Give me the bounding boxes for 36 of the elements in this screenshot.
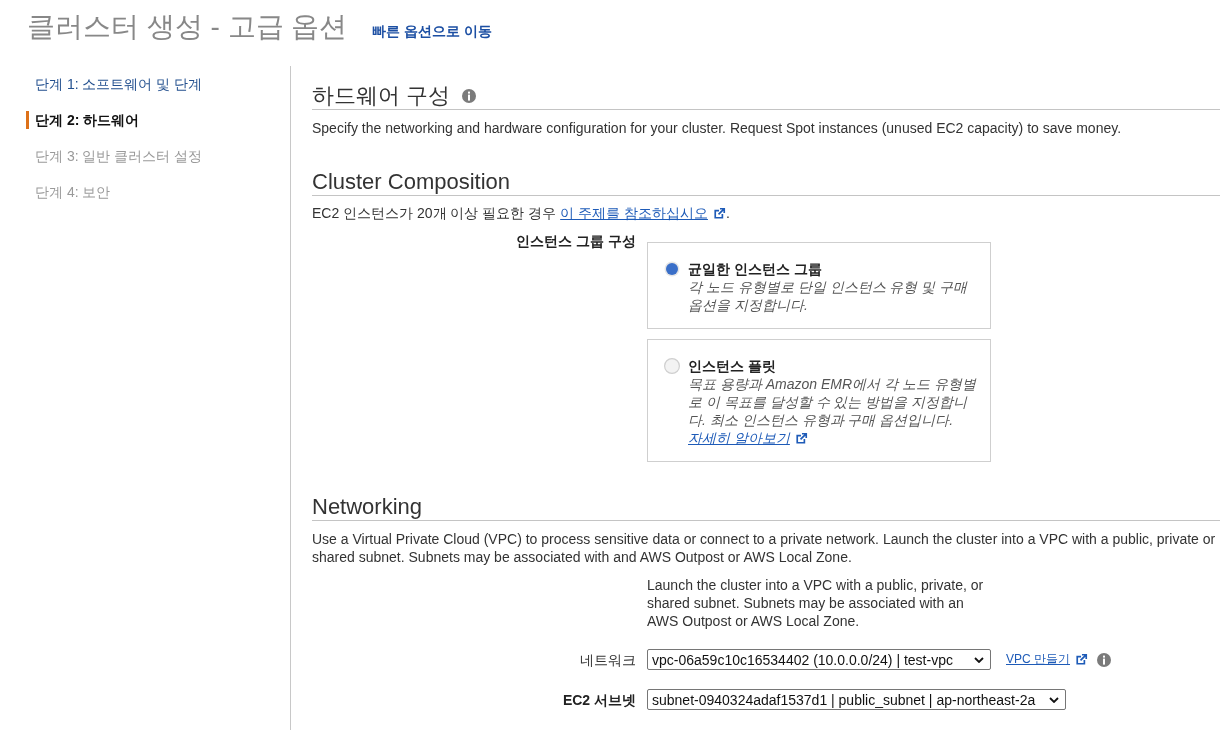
caret-icon bbox=[974, 656, 984, 663]
select-field[interactable]: vpc-06a59c10c16534402 (10.0.0.0/24) | test-vpc bbox=[647, 649, 991, 670]
option-title: 균일한 인스턴스 그룹 bbox=[688, 260, 823, 278]
help-text: Launch the cluster into a VPC with a public, private, or shared subnet. Subnets may be associated with an AWS Outpost or AWS Local Zone. bbox=[647, 576, 985, 630]
caret-icon bbox=[1049, 696, 1060, 703]
info-icon[interactable] bbox=[462, 88, 477, 103]
radio-button[interactable] bbox=[664, 261, 680, 277]
option-description: 목표 용량과 Amazon EMR에서 각 노드 유형별로 이 목표를 달성할 수 있는 방법을 지정합니다. 최소 인스턴스 유형과 구매 옵션입니다. 자세히 알아보기 bbox=[688, 375, 976, 447]
select-field[interactable]: subnet-0940324adaf1537d1 | public_subnet | ap-northeast-2a bbox=[647, 689, 1067, 710]
external-link-icon bbox=[712, 207, 726, 220]
field-label: 인스턴스 그룹 구성 bbox=[516, 232, 636, 250]
create-vpc-link[interactable]: VPC 만들기 bbox=[1006, 651, 1070, 668]
field-label: 네트워크 bbox=[580, 650, 636, 669]
section-description: Specify the networking and hardware configuration for your cluster. Request Spot instances (unused EC2 capacity) to save money. bbox=[312, 119, 1123, 137]
section-description: Use a Virtual Private Cloud (VPC) to process sensitive data or connect to a private network. Launch the cluster into a VPC with a public, private or shared subnet. Subnets may be associated with and AWS Outpost or AWS Local Zone. bbox=[312, 530, 1217, 566]
section-heading: 하드웨어 구성 bbox=[312, 82, 451, 109]
option-card[interactable]: 균일한 인스턴스 그룹 각 노드 유형별로 단일 인스턴스 유형 및 구매 옵션을 지정합니다. bbox=[647, 242, 991, 329]
topic-link[interactable]: 이 주제를 참조하십시오 bbox=[560, 205, 708, 221]
field-label: EC2 서브넷 bbox=[562, 690, 636, 709]
radio-button[interactable] bbox=[664, 358, 680, 374]
external-link-icon bbox=[1075, 653, 1088, 666]
wizard-step: 단계 3: 일반 클러스터 설정 bbox=[35, 147, 203, 165]
page-title: 클러스터 생성 - 고급 옵션 bbox=[27, 10, 348, 44]
option-description: 각 노드 유형별로 단일 인스턴스 유형 및 구매 옵션을 지정합니다. bbox=[688, 278, 969, 314]
wizard-step: 단계 4: 보안 bbox=[35, 183, 111, 201]
quick-options-link[interactable]: 빠른 옵션으로 이동 bbox=[372, 23, 493, 41]
option-card[interactable]: 인스턴스 플릿 목표 용량과 Amazon EMR에서 각 노드 유형별로 이 목표를 달성할 수 있는 방법을 지정합니다. 최소 인스턴스 유형과 구매 옵션입니다. 자세히 알아보기 bbox=[647, 339, 991, 462]
section-heading: Cluster Composition bbox=[312, 168, 511, 195]
wizard-step[interactable]: 단계 2: 하드웨어 bbox=[26, 111, 140, 129]
external-link-icon bbox=[794, 432, 808, 445]
info-icon[interactable] bbox=[1097, 652, 1111, 667]
learn-more-link[interactable]: 자세히 알아보기 bbox=[688, 430, 790, 446]
section-heading: Networking bbox=[312, 493, 423, 520]
composition-note: EC2 인스턴스가 20개 이상 필요한 경우 이 주제를 참조하십시오 . bbox=[312, 204, 731, 222]
wizard-step[interactable]: 단계 1: 소프트웨어 및 단계 bbox=[35, 75, 203, 93]
option-title: 인스턴스 플릿 bbox=[688, 357, 777, 375]
